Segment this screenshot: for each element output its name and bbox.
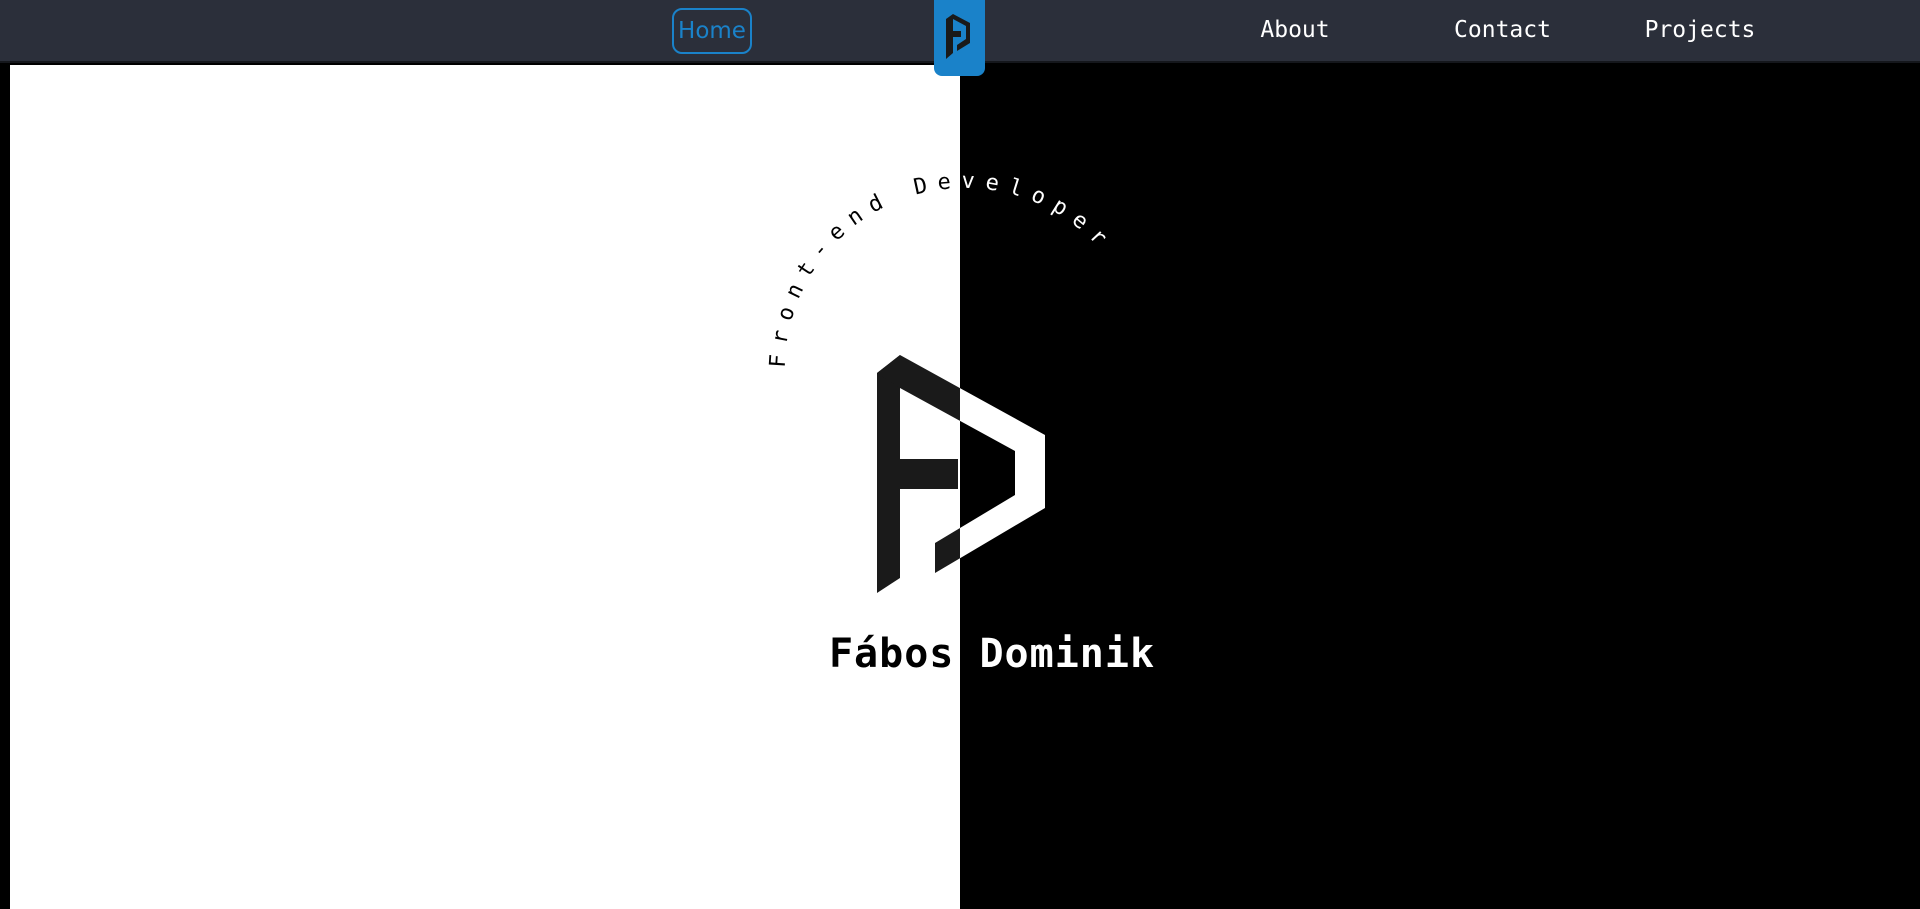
hero-section: Front-end Developer Front-end Developer — [0, 63, 1920, 909]
nav-projects-link[interactable]: Projects — [1640, 11, 1760, 49]
hero-graphic: Front-end Developer Front-end Developer — [766, 169, 1108, 593]
nav-about-link[interactable]: About — [1250, 11, 1340, 49]
nav-home-link[interactable]: Home — [672, 8, 752, 54]
brand-logo-button[interactable] — [934, 0, 985, 76]
nav-contact-link[interactable]: Contact — [1445, 11, 1560, 49]
navbar: Home About Contact Projects — [0, 0, 1920, 76]
fd-monogram-icon — [946, 14, 970, 59]
